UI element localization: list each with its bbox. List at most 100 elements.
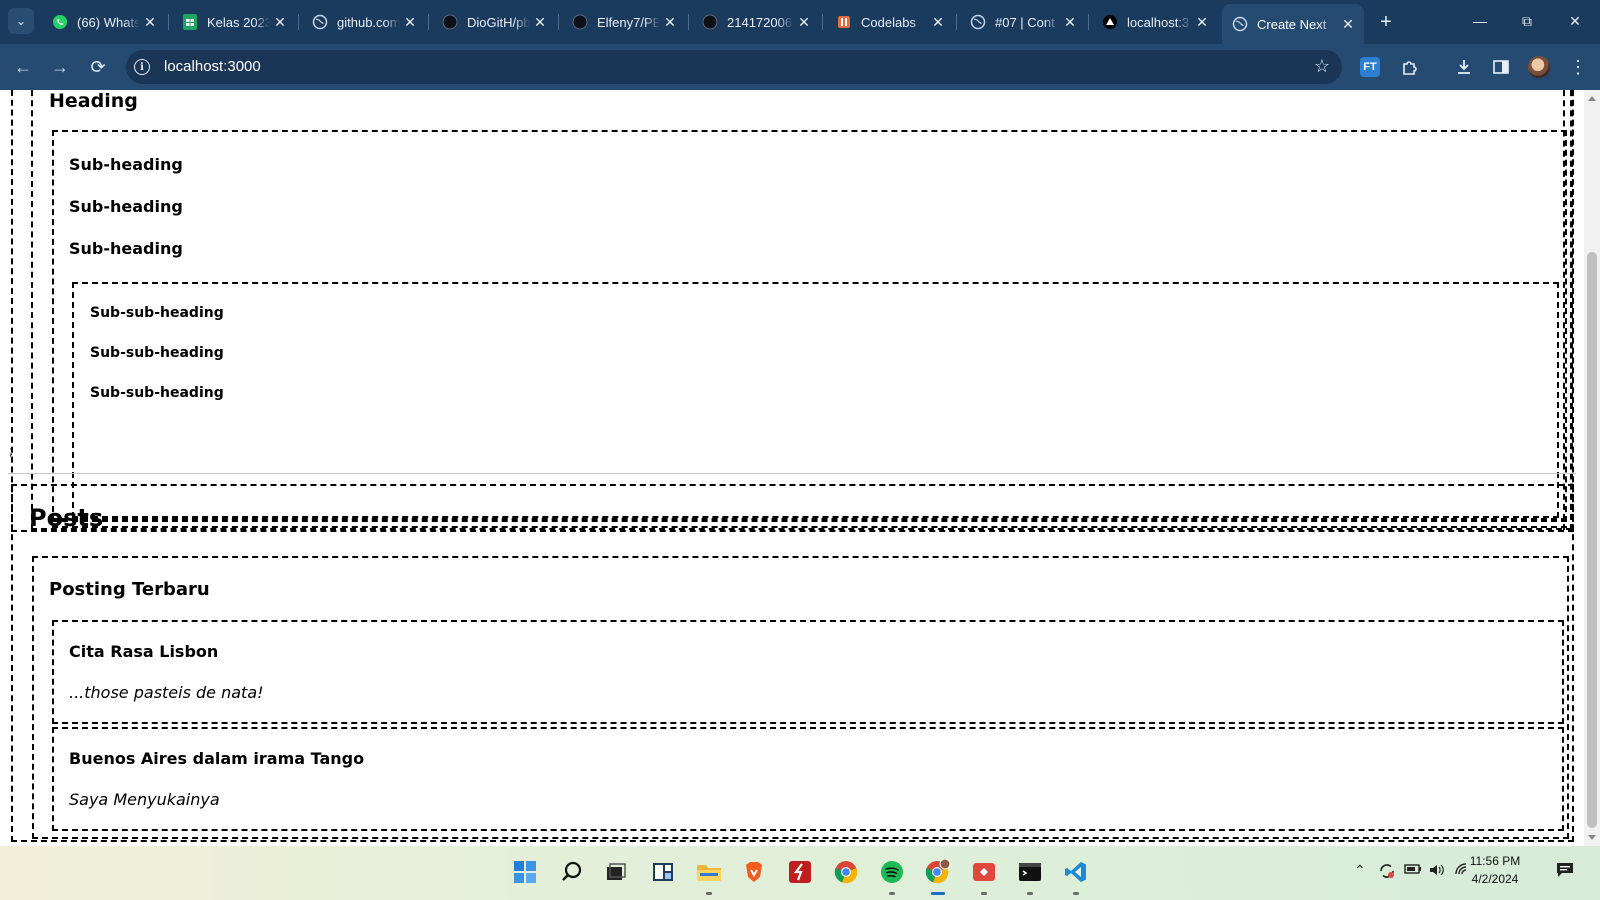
minimize-button[interactable]: — — [1465, 8, 1495, 34]
bookmark-star-icon[interactable]: ☆ — [1314, 56, 1330, 77]
kebab-menu-icon[interactable]: ⋮ — [1566, 55, 1590, 79]
chrome-profile-icon[interactable] — [925, 859, 951, 885]
arrow-right-icon: → — [51, 56, 69, 77]
whatsapp-icon — [52, 14, 68, 30]
close-icon[interactable]: ✕ — [794, 14, 814, 31]
tab-separator — [558, 14, 559, 30]
tab-214172006[interactable]: 214172006 ✕ — [692, 6, 820, 38]
vscode-icon[interactable] — [1063, 859, 1089, 885]
download-icon[interactable] — [1452, 55, 1476, 79]
arrow-left-icon: ← — [14, 56, 32, 77]
tab-separator — [1088, 14, 1089, 30]
tab-separator — [428, 14, 429, 30]
globe-icon — [970, 14, 986, 30]
profile-avatar[interactable] — [1528, 56, 1550, 78]
chrome-icon[interactable] — [833, 859, 859, 885]
close-icon[interactable]: ✕ — [140, 14, 160, 31]
sub-sub-heading: Sub-sub-heading — [90, 345, 224, 361]
close-icon[interactable]: ✕ — [1192, 14, 1212, 31]
post-card — [52, 620, 1564, 724]
file-explorer-icon[interactable] — [696, 859, 722, 885]
info-icon[interactable]: i — [134, 59, 150, 75]
running-indicator — [1073, 892, 1079, 895]
post-title: Buenos Aires dalam irama Tango — [69, 749, 365, 768]
codelabs-icon — [836, 14, 852, 30]
tray-overflow-chevron-icon[interactable]: ⌃ — [1354, 862, 1366, 879]
reload-button[interactable]: ⟳ — [84, 53, 112, 81]
active-indicator — [931, 892, 945, 895]
close-icon[interactable]: ✕ — [400, 14, 420, 31]
filezilla-icon[interactable] — [787, 859, 813, 885]
github-icon — [442, 14, 458, 30]
tab-title: Create Next — [1257, 16, 1327, 32]
posts-title: Posts — [29, 504, 104, 532]
side-panel-icon[interactable] — [1489, 55, 1513, 79]
extension-ft-icon[interactable]: FT — [1360, 57, 1380, 77]
running-indicator — [1027, 892, 1033, 895]
windows-start-icon[interactable] — [512, 859, 538, 885]
widgets-icon[interactable] — [650, 859, 676, 885]
brave-icon[interactable] — [741, 859, 767, 885]
tab-title: github.com — [337, 14, 400, 30]
tab-title: Kelas 2023 — [207, 14, 270, 30]
forward-button[interactable]: → — [46, 53, 74, 81]
clock-time: 11:56 PM — [1469, 854, 1521, 868]
browser-tab-bar: ⌄ (66) WhatsApp ✕ Kelas 2023 ✕ github.co… — [0, 0, 1600, 44]
post-card — [52, 727, 1564, 831]
nextjs-icon — [1102, 14, 1118, 30]
post-body: ...those pasteis de nata! — [69, 683, 264, 702]
close-icon[interactable]: ✕ — [1338, 16, 1358, 33]
battery-icon[interactable] — [1404, 862, 1422, 879]
tab-github-com[interactable]: github.com ✕ — [302, 6, 426, 38]
terminal-icon[interactable] — [1017, 859, 1043, 885]
tab-create-next-active[interactable]: Create Next ✕ — [1222, 4, 1364, 44]
scrollbar-thumb[interactable] — [1587, 252, 1597, 828]
task-view-icon[interactable] — [603, 859, 629, 885]
git-client-icon[interactable] — [971, 859, 997, 885]
search-icon[interactable] — [559, 859, 585, 885]
section-heading: Heading — [49, 90, 138, 112]
post-body: Saya Menyukainya — [69, 790, 220, 809]
github-icon — [702, 14, 718, 30]
tab-title: #07 | Cont — [995, 14, 1055, 30]
minimize-icon: — — [1473, 13, 1487, 29]
sub-sub-heading: Sub-sub-heading — [90, 385, 224, 401]
tab-separator — [168, 14, 169, 30]
close-window-button[interactable]: ✕ — [1560, 8, 1590, 34]
spotify-icon[interactable] — [879, 859, 905, 885]
tab-elfeny7[interactable]: Elfeny7/PB ✕ — [562, 6, 686, 38]
close-icon[interactable]: ✕ — [1060, 14, 1080, 31]
close-icon[interactable]: ✕ — [270, 14, 290, 31]
back-button[interactable]: ← — [9, 53, 37, 81]
tab-search-button[interactable]: ⌄ — [8, 8, 34, 34]
tab-localhost[interactable]: localhost:3 ✕ — [1092, 6, 1218, 38]
system-clock[interactable]: 11:56 PM 4/2/2024 — [1450, 852, 1540, 888]
close-icon[interactable]: ✕ — [530, 14, 550, 31]
tab-07-cont[interactable]: #07 | Cont ✕ — [960, 6, 1086, 38]
tab-title: (66) WhatsApp — [77, 14, 140, 30]
reload-icon: ⟳ — [90, 56, 106, 77]
new-tab-button[interactable]: + — [1374, 10, 1398, 34]
posting-terbaru-title: Posting Terbaru — [49, 579, 210, 600]
notification-icon[interactable] — [1556, 862, 1574, 881]
nested-border-stack — [1563, 90, 1573, 530]
tab-kelas[interactable]: Kelas 2023 ✕ — [172, 6, 296, 38]
tab-whatsapp[interactable]: (66) WhatsApp ✕ — [42, 6, 166, 38]
restore-icon: ⧉ — [1522, 12, 1532, 29]
close-icon[interactable]: ✕ — [928, 14, 948, 31]
globe-icon — [1232, 16, 1248, 32]
sub-heading: Sub-heading — [69, 155, 183, 174]
page-scrollbar[interactable] — [1584, 90, 1600, 846]
browser-toolbar: ← → ⟳ i localhost:3000 ☆ FT ⋮ — [0, 44, 1600, 90]
close-icon[interactable]: ✕ — [660, 14, 680, 31]
scroll-up-arrow-icon[interactable] — [1588, 96, 1596, 101]
sync-icon[interactable] — [1378, 862, 1396, 883]
tab-codelabs[interactable]: Codelabs ✕ — [826, 6, 954, 38]
tab-title: 214172006 — [727, 14, 793, 30]
tab-diogith[interactable]: DioGitH/pb ✕ — [432, 6, 556, 38]
restore-button[interactable]: ⧉ — [1512, 8, 1542, 34]
extensions-puzzle-icon[interactable] — [1398, 55, 1422, 79]
speaker-icon[interactable] — [1428, 862, 1446, 881]
scroll-down-arrow-icon[interactable] — [1588, 835, 1596, 840]
address-bar[interactable]: i localhost:3000 ☆ — [126, 50, 1342, 84]
